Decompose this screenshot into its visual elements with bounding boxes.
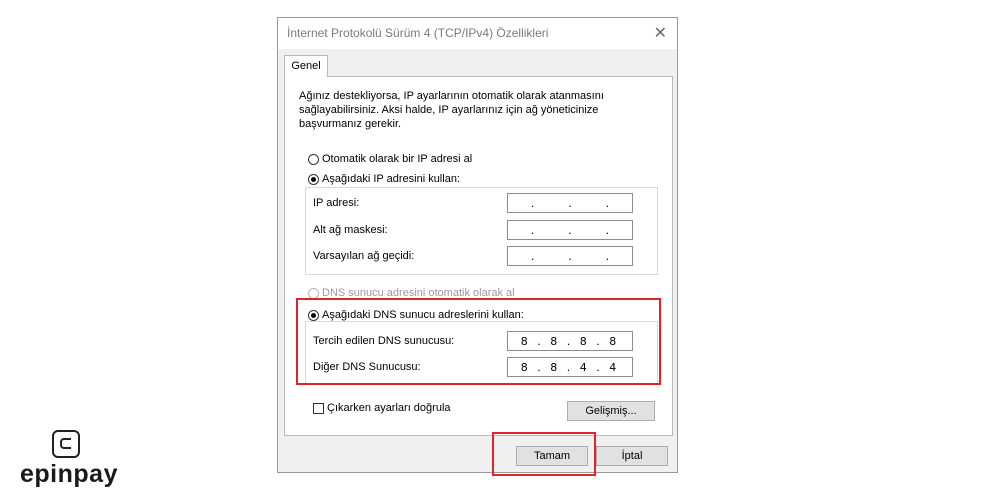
- subnet-mask-label: Alt ağ maskesi:: [313, 224, 388, 236]
- radio-checked-icon: [308, 173, 319, 185]
- ip-dot: .: [568, 249, 572, 263]
- ip-dot: .: [568, 196, 572, 210]
- validate-checkbox[interactable]: Çıkarken ayarları doğrula: [313, 402, 451, 414]
- cancel-button[interactable]: İptal: [596, 446, 668, 466]
- default-gateway-input[interactable]: . . .: [507, 246, 633, 266]
- tcp-ipv4-properties-dialog: İnternet Protokolü Sürüm 4 (TCP/IPv4) Öz…: [277, 17, 678, 473]
- checkbox-icon: [313, 402, 324, 414]
- dns-highlight-box: [296, 298, 661, 385]
- ip-dot: .: [530, 249, 535, 263]
- ip-address-input[interactable]: . . .: [507, 193, 633, 213]
- ip-manual-radio[interactable]: Aşağıdaki IP adresini kullan:: [308, 173, 463, 185]
- dialog-title: İnternet Protokolü Sürüm 4 (TCP/IPv4) Öz…: [287, 26, 549, 40]
- ip-dot: .: [530, 223, 535, 237]
- description-text: Ağınız destekliyorsa, IP ayarlarının oto…: [299, 90, 604, 130]
- default-gateway-label: Varsayılan ağ geçidi:: [313, 250, 415, 262]
- logo-text: epinpay: [20, 460, 118, 488]
- ip-dot: .: [605, 196, 610, 210]
- epinpay-logo: epinpay: [20, 430, 120, 490]
- ip-manual-label: Aşağıdaki IP adresini kullan:: [322, 173, 460, 185]
- ip-auto-label: Otomatik olarak bir IP adresi al: [322, 153, 473, 165]
- ip-dot: .: [605, 223, 610, 237]
- ip-dot: .: [568, 223, 572, 237]
- validate-label: Çıkarken ayarları doğrula: [327, 402, 451, 414]
- radio-unchecked-icon: [308, 153, 319, 165]
- close-icon[interactable]: ✕: [654, 23, 667, 43]
- ip-dot: .: [530, 196, 535, 210]
- tab-general[interactable]: Genel: [284, 55, 328, 77]
- advanced-button[interactable]: Gelişmiş...: [567, 401, 655, 421]
- title-bar: İnternet Protokolü Sürüm 4 (TCP/IPv4) Öz…: [278, 18, 677, 49]
- epinpay-logo-icon: [52, 430, 80, 458]
- ip-auto-radio[interactable]: Otomatik olarak bir IP adresi al: [308, 153, 472, 165]
- ip-dot: .: [605, 249, 610, 263]
- subnet-mask-input[interactable]: . . .: [507, 220, 633, 240]
- radio-disabled-icon: [308, 287, 319, 299]
- ip-address-label: IP adresi:: [313, 197, 360, 209]
- ok-highlight-box: [492, 432, 596, 476]
